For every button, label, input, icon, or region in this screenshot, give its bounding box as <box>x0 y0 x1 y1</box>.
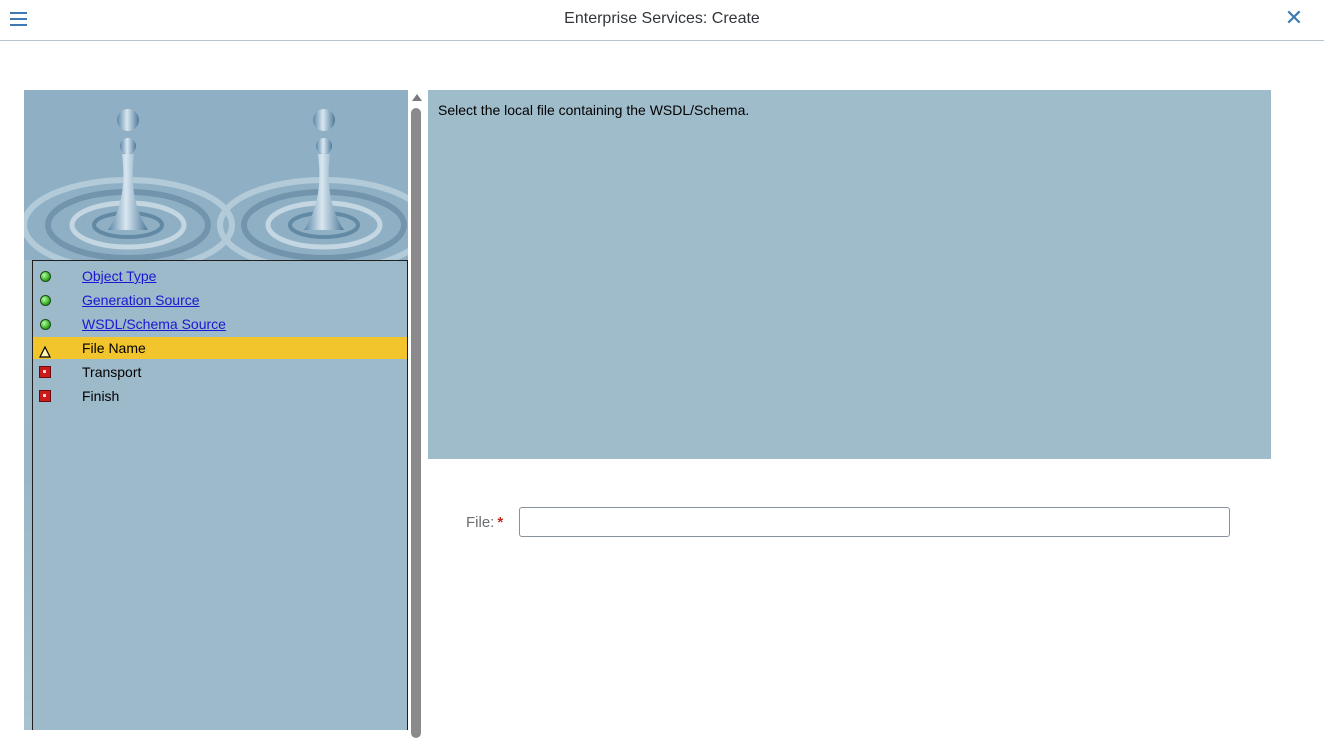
status-complete-icon <box>39 270 51 282</box>
required-marker: * <box>497 514 504 531</box>
vertical-scrollbar[interactable] <box>410 90 424 738</box>
wizard-steps-list: Object Type Generation Source WSDL/Schem… <box>32 260 408 730</box>
window-titlebar: Enterprise Services: Create ✕ <box>0 0 1324 41</box>
step-finish: Finish <box>33 385 407 407</box>
status-complete-icon <box>39 318 51 330</box>
warning-triangle-icon <box>39 342 51 358</box>
scrollbar-thumb[interactable] <box>411 108 421 738</box>
step-label: File Name <box>82 340 146 356</box>
wizard-navigation-panel: Object Type Generation Source WSDL/Schem… <box>24 90 408 730</box>
file-field-label: File: * <box>466 514 503 531</box>
scroll-up-arrow-icon[interactable] <box>412 94 422 101</box>
water-drop-banner-image <box>24 90 408 260</box>
status-complete-icon <box>39 294 51 306</box>
step-label[interactable]: Generation Source <box>82 289 200 311</box>
step-file-name: File Name <box>33 337 407 359</box>
status-pending-icon <box>39 366 51 378</box>
instruction-panel: Select the local file containing the WSD… <box>428 90 1271 459</box>
step-object-type[interactable]: Object Type <box>33 265 407 287</box>
step-generation-source[interactable]: Generation Source <box>33 289 407 311</box>
window-title: Enterprise Services: Create <box>564 10 760 27</box>
close-icon[interactable]: ✕ <box>1282 6 1306 30</box>
status-pending-icon <box>39 390 51 402</box>
step-transport: Transport <box>33 361 407 383</box>
instruction-text: Select the local file containing the WSD… <box>438 102 750 118</box>
step-label: Finish <box>82 388 120 404</box>
file-label-text: File: <box>466 514 495 531</box>
step-label: Transport <box>82 364 142 380</box>
step-label[interactable]: Object Type <box>82 265 156 287</box>
file-input[interactable] <box>519 507 1230 537</box>
step-wsdl-schema-source[interactable]: WSDL/Schema Source <box>33 313 407 335</box>
step-label[interactable]: WSDL/Schema Source <box>82 313 226 335</box>
